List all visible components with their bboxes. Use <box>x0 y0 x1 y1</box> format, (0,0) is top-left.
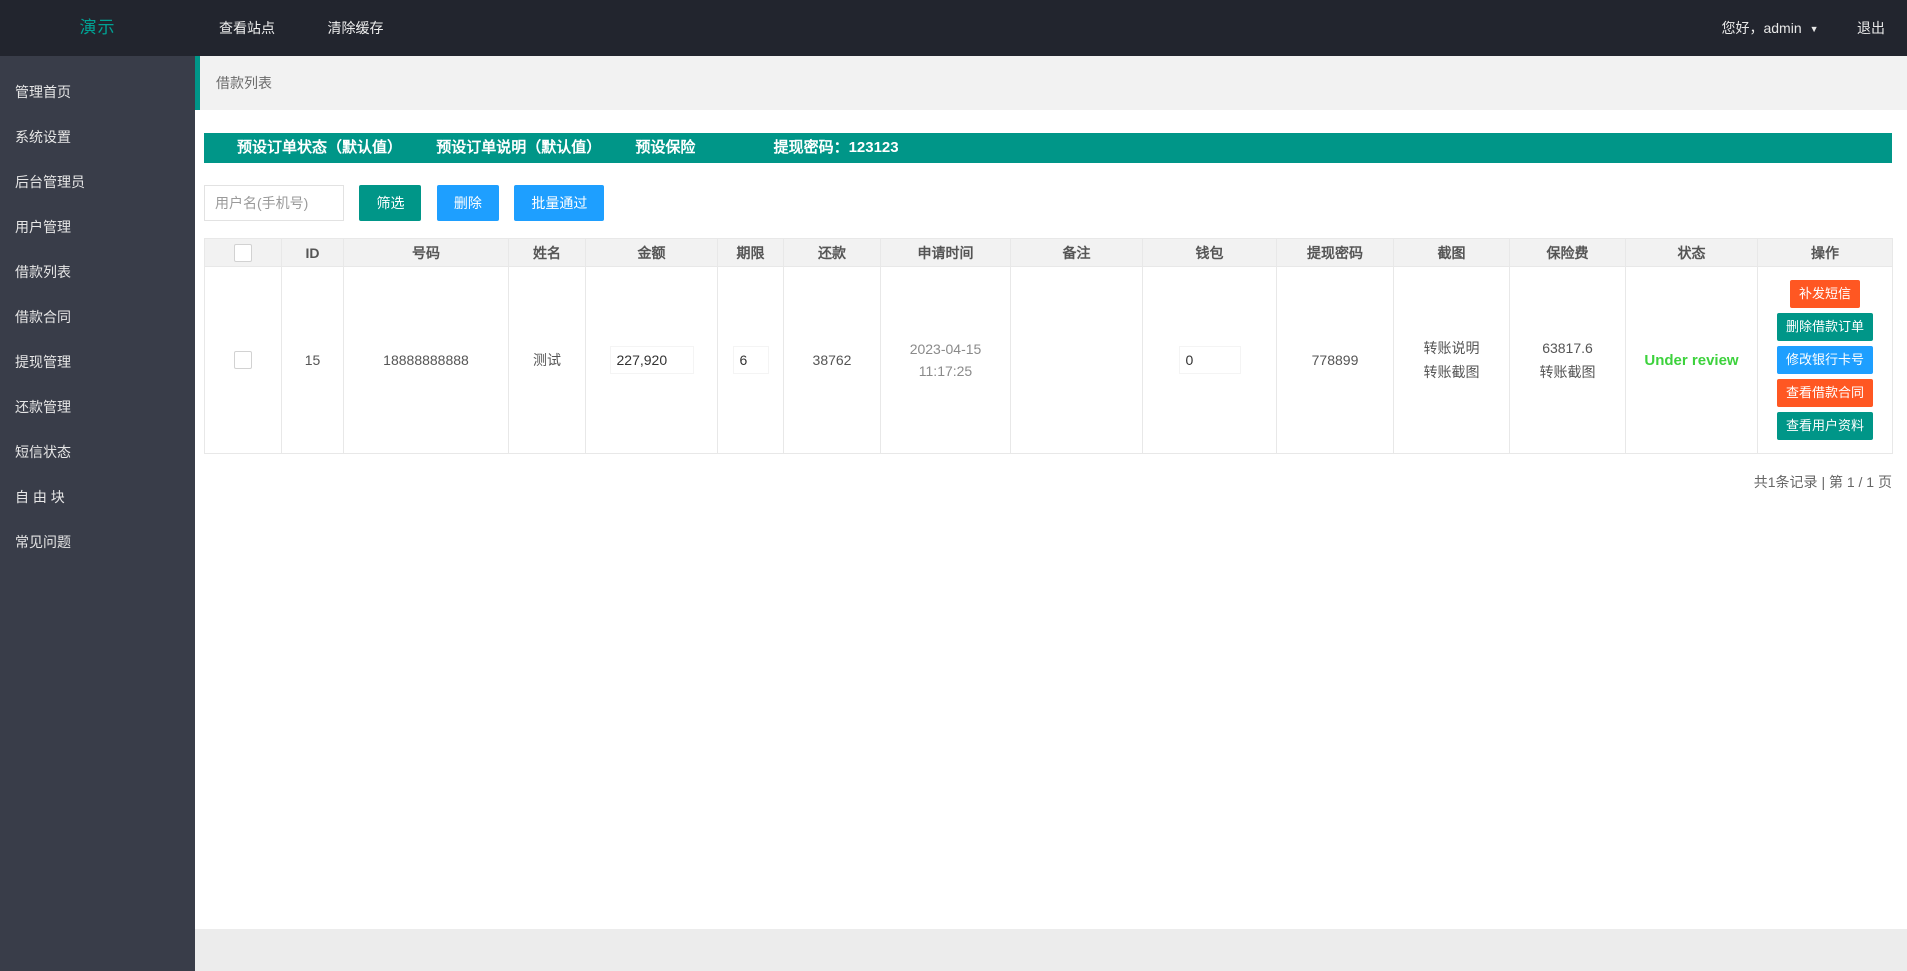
screenshot-cell: 转账说明 转账截图 <box>1393 266 1510 454</box>
row-checkbox-cell <box>204 266 282 454</box>
username-search-input[interactable] <box>204 185 344 221</box>
header-status: 状态 <box>1625 238 1758 267</box>
sidebar-item-loan-list[interactable]: 借款列表 <box>0 250 195 295</box>
delete-button[interactable]: 删除 <box>436 185 499 221</box>
sidebar-item-free-block[interactable]: 自 由 块 <box>0 475 195 520</box>
sidebar-item-loan-contract[interactable]: 借款合同 <box>0 295 195 340</box>
select-all-checkbox[interactable] <box>234 243 252 262</box>
footer-bar <box>195 929 1907 971</box>
header-checkbox-cell <box>204 238 282 267</box>
name-cell: 测试 <box>508 266 586 454</box>
header-wallet: 钱包 <box>1142 238 1277 267</box>
remark-cell <box>1010 266 1143 454</box>
apply-date: 2023-04-15 <box>909 341 982 357</box>
header-term: 期限 <box>717 238 784 267</box>
sidebar-item-faq[interactable]: 常见问题 <box>0 520 195 565</box>
preset-insurance-link[interactable]: 预设保险 <box>635 139 695 156</box>
batch-approve-button[interactable]: 批量通过 <box>514 185 605 221</box>
header-id: ID <box>281 238 344 267</box>
filter-button[interactable]: 筛选 <box>359 185 422 221</box>
header-withdraw-password: 提现密码 <box>1276 238 1394 267</box>
header-phone: 号码 <box>343 238 509 267</box>
phone-cell: 18888888888 <box>343 266 509 454</box>
transfer-screenshot-link[interactable]: 转账截图 <box>1398 360 1505 384</box>
header-screenshot: 截图 <box>1393 238 1510 267</box>
sidebar-item-repayment-management[interactable]: 还款管理 <box>0 385 195 430</box>
pagination[interactable]: 共1条记录 | 第 1 / 1 页 <box>204 472 1892 492</box>
sidebar-item-withdraw-management[interactable]: 提现管理 <box>0 340 195 385</box>
insurance-screenshot-link[interactable]: 转账截图 <box>1514 360 1621 384</box>
preset-banner: 预设订单状态（默认值） 预设订单说明（默认值） 预设保险 提现密码：123123 <box>204 133 1892 163</box>
sidebar-item-admin-home[interactable]: 管理首页 <box>0 70 195 115</box>
top-right-area: 您好，admin ▼ 退出 <box>1721 0 1885 56</box>
repayment-cell: 38762 <box>783 266 881 454</box>
status-cell: Under review <box>1625 266 1758 454</box>
sidebar-item-user-management[interactable]: 用户管理 <box>0 205 195 250</box>
wallet-input[interactable] <box>1179 347 1240 373</box>
sidebar: 管理首页 系统设置 后台管理员 用户管理 借款列表 借款合同 提现管理 还款管理… <box>0 56 195 971</box>
header-remark: 备注 <box>1010 238 1143 267</box>
id-cell: 15 <box>281 266 344 454</box>
delete-loan-order-button[interactable]: 删除借款订单 <box>1776 313 1873 341</box>
nav-clear-cache[interactable]: 清除缓存 <box>303 0 407 56</box>
term-cell <box>717 266 784 454</box>
filter-row: 筛选 删除 批量通过 <box>204 185 1892 221</box>
nav-view-site[interactable]: 查看站点 <box>195 0 299 56</box>
header-apply-time: 申请时间 <box>880 238 1011 267</box>
amount-input[interactable] <box>610 347 693 373</box>
header-insurance-fee: 保险费 <box>1509 238 1626 267</box>
table-header-row: ID 号码 姓名 金额 期限 还款 申请时间 备注 钱包 提现密码 截图 保险费… <box>204 238 1893 267</box>
chevron-down-icon: ▼ <box>1809 24 1819 34</box>
amount-cell <box>585 266 718 454</box>
header-actions: 操作 <box>1757 238 1893 267</box>
wallet-cell <box>1142 266 1277 454</box>
row-checkbox[interactable] <box>234 351 252 369</box>
header-name: 姓名 <box>508 238 586 267</box>
sidebar-item-sms-status[interactable]: 短信状态 <box>0 430 195 475</box>
table-row: 15 18888888888 测试 38762 2023-04-15 11:17… <box>204 266 1893 454</box>
sidebar-menu: 管理首页 系统设置 后台管理员 用户管理 借款列表 借款合同 提现管理 还款管理… <box>0 56 195 565</box>
preset-order-status-link[interactable]: 预设订单状态（默认值） <box>237 139 402 156</box>
sidebar-item-system-settings[interactable]: 系统设置 <box>0 115 195 160</box>
content-inner: 预设订单状态（默认值） 预设订单说明（默认值） 预设保险 提现密码：123123… <box>204 133 1893 492</box>
header-repayment: 还款 <box>783 238 881 267</box>
apply-time: 11:17:25 <box>918 363 973 379</box>
preset-order-note-link[interactable]: 预设订单说明（默认值） <box>436 139 601 156</box>
actions-cell: 补发短信 删除借款订单 修改银行卡号 查看借款合同 查看用户资料 <box>1757 266 1893 454</box>
breadcrumb: 借款列表 <box>195 56 1907 110</box>
sidebar-item-backend-admins[interactable]: 后台管理员 <box>0 160 195 205</box>
main-content: 借款列表 预设订单状态（默认值） 预设订单说明（默认值） 预设保险 提现密码：1… <box>195 56 1907 971</box>
header-amount: 金额 <box>585 238 718 267</box>
resend-sms-button[interactable]: 补发短信 <box>1789 280 1860 308</box>
term-input[interactable] <box>733 347 768 373</box>
withdraw-password-cell: 778899 <box>1276 266 1394 454</box>
user-menu[interactable]: 您好，admin ▼ <box>1721 20 1818 36</box>
greeting-label: 您好，admin <box>1721 20 1802 36</box>
edit-bank-card-button[interactable]: 修改银行卡号 <box>1776 346 1873 374</box>
page-title: 借款列表 <box>216 75 272 91</box>
top-header-bar: 演示 查看站点 清除缓存 您好，admin ▼ 退出 <box>0 0 1907 56</box>
view-loan-contract-button[interactable]: 查看借款合同 <box>1776 379 1873 407</box>
insurance-cell: 63817.6 转账截图 <box>1509 266 1626 454</box>
app-logo[interactable]: 演示 <box>0 0 195 56</box>
top-nav: 查看站点 清除缓存 <box>195 0 407 56</box>
logout-link[interactable]: 退出 <box>1857 20 1885 36</box>
apply-time-cell: 2023-04-15 11:17:25 <box>880 266 1011 454</box>
status-badge: Under review <box>1644 351 1739 369</box>
insurance-fee-value: 63817.6 <box>1542 340 1593 356</box>
loan-table: ID 号码 姓名 金额 期限 还款 申请时间 备注 钱包 提现密码 截图 保险费… <box>204 238 1893 454</box>
view-user-profile-button[interactable]: 查看用户资料 <box>1776 412 1873 440</box>
transfer-note-link[interactable]: 转账说明 <box>1398 336 1505 360</box>
withdraw-password-label: 提现密码：123123 <box>773 139 899 156</box>
